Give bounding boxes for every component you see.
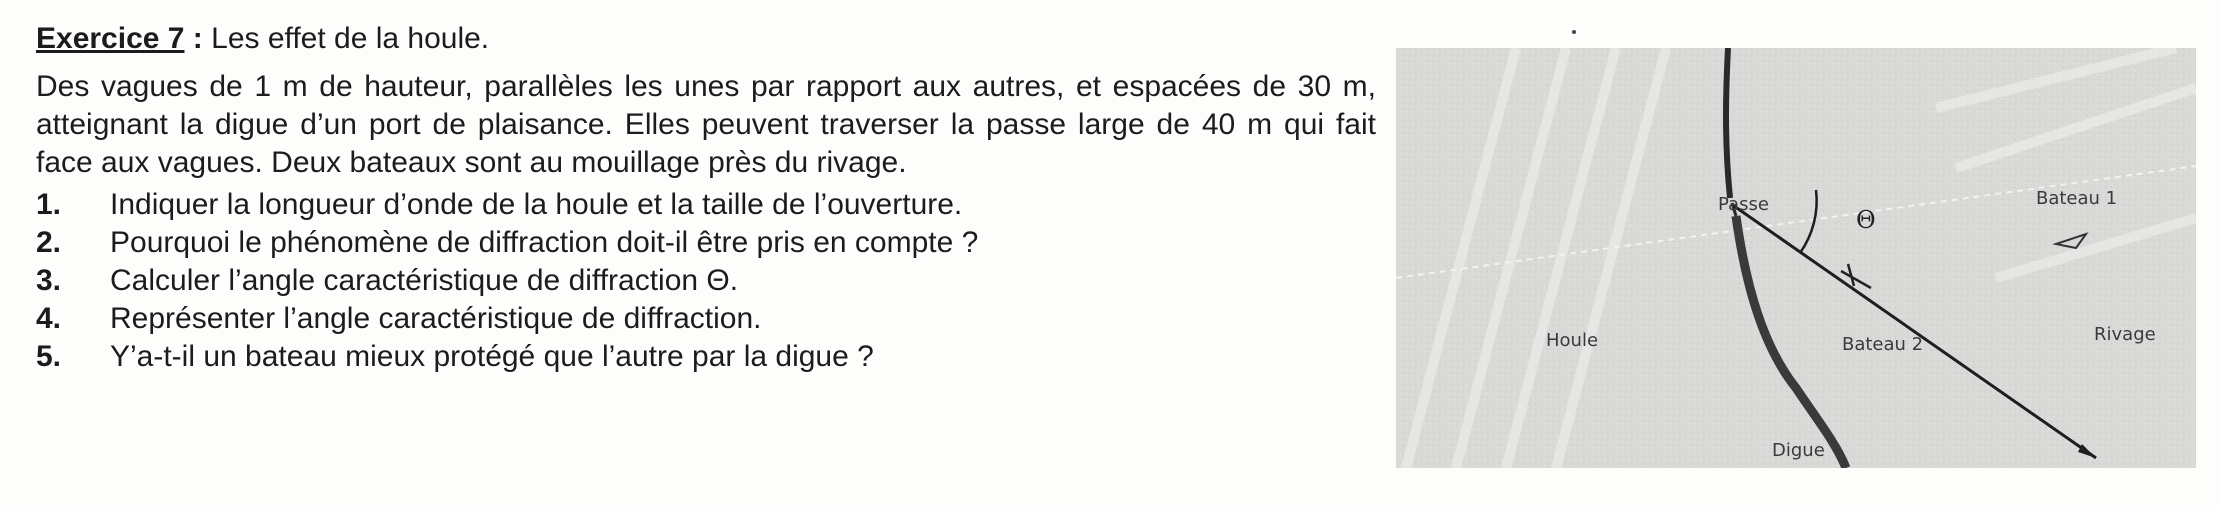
question-list: 1. Indiquer la longueur d’onde de la hou… [36, 186, 1376, 376]
question-item: 1. Indiquer la longueur d’onde de la hou… [36, 186, 1376, 224]
exercise-page: Exercice 7 : Les effet de la houle. Des … [0, 0, 2222, 506]
exercise-text-block: Exercice 7 : Les effet de la houle. Des … [36, 20, 1376, 376]
question-text: Indiquer la longueur d’onde de la houle … [110, 188, 963, 221]
label-bateau-2: Bateau 2 [1842, 334, 1924, 355]
harbor-diagram-drawing [1396, 48, 2196, 468]
question-number: 2. [36, 226, 62, 259]
stray-mark [1572, 30, 1576, 34]
question-item: 2. Pourquoi le phénomène de diffraction … [36, 224, 1376, 262]
question-text: Y’a-t-il un bateau mieux protégé que l’a… [110, 340, 874, 373]
exercise-title-colon: : [184, 22, 203, 55]
label-passe: Passe [1718, 194, 1769, 215]
exercise-subtitle: Les effet de la houle. [202, 22, 490, 55]
question-number: 3. [36, 264, 62, 297]
exercise-number-label: Exercice 7 [36, 22, 185, 55]
question-text: Pourquoi le phénomène de diffraction doi… [110, 226, 979, 259]
question-text: Calculer l’angle caractéristique de diff… [110, 264, 739, 297]
label-theta: Θ [1856, 206, 1876, 234]
label-rivage: Rivage [2094, 324, 2156, 345]
question-item: 4. Représenter l’angle caractéristique d… [36, 300, 1376, 338]
question-number: 4. [36, 302, 62, 335]
label-digue: Digue [1772, 440, 1825, 461]
harbor-diagram: Passe Bateau 1 Houle Bateau 2 Rivage Dig… [1396, 48, 2196, 468]
label-houle: Houle [1546, 330, 1599, 351]
question-number: 1. [36, 188, 62, 221]
question-number: 5. [36, 340, 62, 373]
question-item: 3. Calculer l’angle caractéristique de d… [36, 262, 1376, 300]
label-bateau-1: Bateau 1 [2036, 188, 2118, 209]
exercise-statement: Des vagues de 1 m de hauteur, parallèles… [36, 70, 1376, 179]
exercise-title: Exercice 7 : Les effet de la houle. [36, 20, 1376, 58]
question-item: 5. Y’a-t-il un bateau mieux protégé que … [36, 338, 1376, 376]
question-text: Représenter l’angle caractéristique de d… [110, 302, 762, 335]
